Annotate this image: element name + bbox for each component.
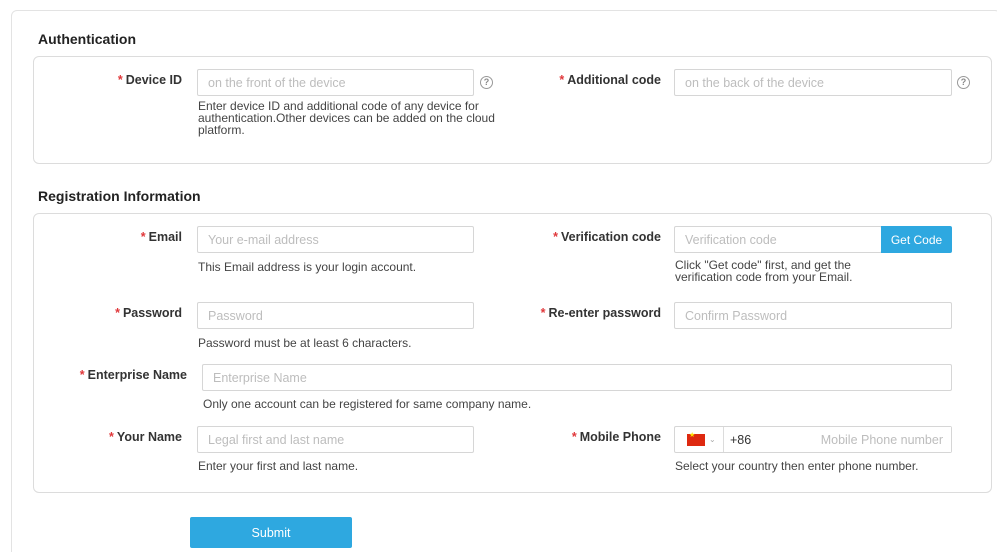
required-mark: * bbox=[140, 230, 146, 244]
verification-code-hint: Click "Get code" first, and get the veri… bbox=[675, 258, 853, 284]
required-mark: * bbox=[559, 73, 565, 87]
country-divider bbox=[723, 427, 724, 452]
dial-code: +86 bbox=[730, 432, 752, 447]
email-input[interactable] bbox=[197, 226, 474, 253]
required-mark: * bbox=[540, 306, 546, 320]
enterprise-name-hint: Only one account can be registered for s… bbox=[203, 397, 532, 411]
password-label: * Password bbox=[115, 306, 182, 320]
mobile-phone-field: ⌄ +86 bbox=[674, 426, 952, 453]
mobile-phone-hint: Select your country then enter phone num… bbox=[675, 459, 919, 473]
authentication-title: Authentication bbox=[38, 31, 136, 47]
verification-code-label: * Verification code bbox=[553, 230, 661, 244]
get-code-button[interactable]: Get Code bbox=[881, 226, 952, 253]
help-icon[interactable]: ? bbox=[957, 76, 970, 89]
required-mark: * bbox=[571, 430, 577, 444]
submit-button[interactable]: Submit bbox=[190, 517, 352, 548]
enterprise-name-input[interactable] bbox=[202, 364, 952, 391]
your-name-input[interactable] bbox=[197, 426, 474, 453]
required-mark: * bbox=[115, 306, 120, 320]
reenter-password-label: * Re-enter password bbox=[540, 306, 661, 320]
device-id-label: * Device ID bbox=[117, 73, 182, 87]
verification-code-input[interactable] bbox=[674, 226, 882, 253]
mobile-phone-input[interactable] bbox=[770, 427, 951, 452]
china-flag-icon[interactable] bbox=[687, 431, 705, 446]
your-name-hint: Enter your first and last name. bbox=[198, 459, 359, 473]
enterprise-name-label: * Enterprise Name bbox=[79, 368, 187, 382]
email-hint: This Email address is your login account… bbox=[198, 260, 417, 274]
reenter-password-input[interactable] bbox=[674, 302, 952, 329]
mobile-phone-label: * Mobile Phone bbox=[571, 430, 661, 444]
email-label: * Email bbox=[140, 230, 182, 244]
password-input[interactable] bbox=[197, 302, 474, 329]
help-icon[interactable]: ? bbox=[480, 76, 493, 89]
required-mark: * bbox=[109, 430, 114, 444]
chevron-down-icon[interactable]: ⌄ bbox=[709, 435, 721, 444]
password-hint: Password must be at least 6 characters. bbox=[198, 336, 412, 350]
additional-code-label: * Additional code bbox=[559, 73, 661, 87]
registration-title: Registration Information bbox=[38, 188, 201, 204]
your-name-label: * Your Name bbox=[109, 430, 182, 444]
required-mark: * bbox=[553, 230, 558, 244]
additional-code-input[interactable] bbox=[674, 69, 952, 96]
authentication-hint: Enter device ID and additional code of a… bbox=[198, 99, 495, 137]
required-mark: * bbox=[117, 73, 123, 87]
required-mark: * bbox=[79, 368, 85, 382]
device-id-input[interactable] bbox=[197, 69, 474, 96]
